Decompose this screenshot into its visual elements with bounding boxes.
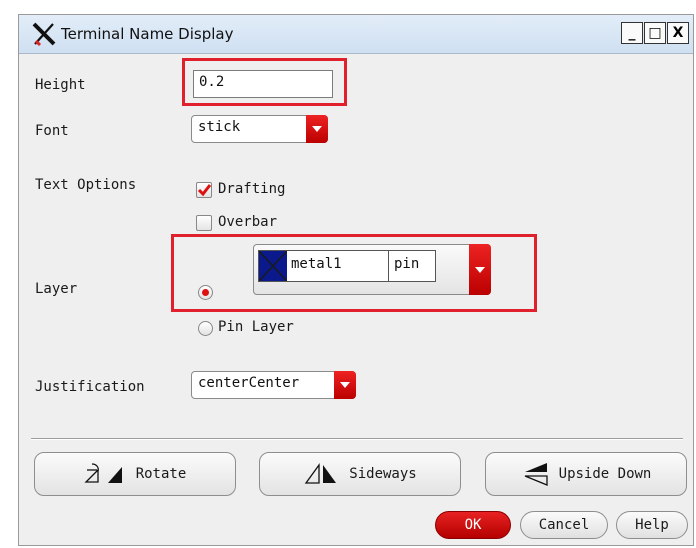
cancel-button[interactable]: Cancel: [520, 511, 608, 539]
rotate-icon: [84, 463, 122, 483]
layer-name: metal1: [291, 256, 342, 272]
minimize-button[interactable]: _: [621, 22, 643, 44]
pin-layer-radio[interactable]: [198, 321, 213, 336]
font-select-value: stick: [198, 119, 241, 135]
upside-down-label: Upside Down: [558, 466, 652, 482]
app-x-icon: [32, 22, 56, 47]
height-input[interactable]: 0.2: [193, 70, 333, 98]
chevron-down-icon[interactable]: [469, 244, 491, 295]
title-bar[interactable]: Terminal Name Display _ □ X: [19, 15, 693, 54]
layer-select-field: metal1 pin: [258, 250, 436, 282]
close-button[interactable]: X: [667, 22, 689, 44]
layer-purpose: pin: [394, 256, 420, 272]
upside-down-icon: [524, 463, 548, 486]
justification-select-value: centerCenter: [198, 375, 300, 391]
help-button[interactable]: Help: [616, 511, 688, 539]
checkmark-icon: [197, 184, 212, 197]
sideways-label: Sideways: [349, 466, 417, 482]
terminal-name-display-window: Terminal Name Display _ □ X Height 0.2 F…: [18, 14, 694, 546]
rotate-button[interactable]: Rotate: [34, 452, 236, 496]
sideways-icon: [305, 462, 337, 484]
justification-select[interactable]: centerCenter: [191, 371, 356, 399]
font-select[interactable]: stick: [191, 115, 328, 143]
layer-color-swatch: [258, 250, 288, 282]
pin-layer-label[interactable]: Pin Layer: [218, 319, 294, 335]
rotate-label: Rotate: [135, 466, 187, 482]
text-options-label: Text Options: [35, 177, 137, 193]
maximize-button[interactable]: □: [644, 22, 666, 44]
drafting-label[interactable]: Drafting: [218, 181, 285, 197]
chevron-down-icon[interactable]: [306, 115, 328, 143]
window-title: Terminal Name Display: [61, 25, 234, 43]
overbar-checkbox[interactable]: [196, 215, 212, 231]
justification-label: Justification: [35, 379, 145, 395]
drafting-checkbox[interactable]: [196, 182, 212, 198]
chevron-down-icon[interactable]: [334, 371, 356, 399]
layer-radio-selected[interactable]: [198, 285, 213, 300]
layer-pattern-icon: [258, 250, 288, 282]
overbar-label[interactable]: Overbar: [218, 214, 277, 230]
upside-down-button[interactable]: Upside Down: [485, 452, 687, 496]
layer-label: Layer: [35, 281, 78, 297]
font-label: Font: [35, 123, 69, 139]
height-label: Height: [35, 77, 86, 93]
sideways-button[interactable]: Sideways: [259, 452, 461, 496]
divider: [31, 438, 683, 440]
layer-select[interactable]: metal1 pin: [253, 244, 491, 295]
ok-button[interactable]: OK: [435, 511, 511, 539]
layer-purpose-box: pin: [388, 251, 436, 281]
